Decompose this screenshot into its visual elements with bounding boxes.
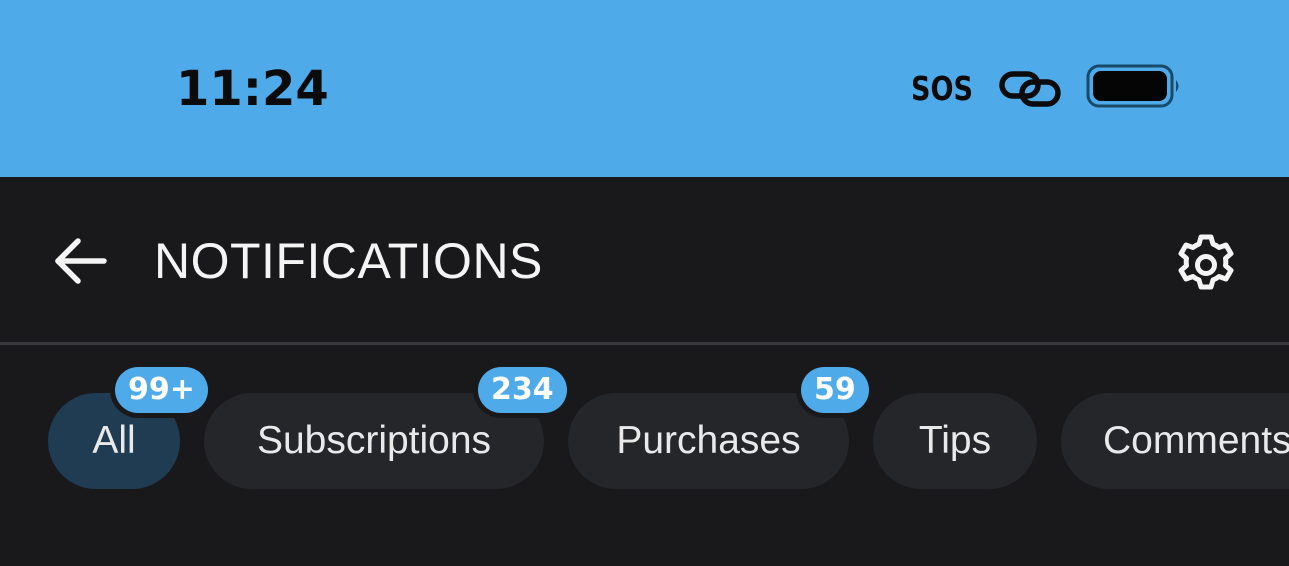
chip-label: Tips — [918, 419, 992, 462]
filter-chip-subscriptions[interactable]: Subscriptions 234 — [204, 367, 567, 489]
settings-button[interactable] — [1170, 229, 1242, 301]
battery-full-icon — [1086, 64, 1179, 108]
chip-label: Comments — [1103, 419, 1289, 462]
arrow-left-icon — [55, 238, 107, 284]
filter-chip-all[interactable]: All 99+ — [48, 367, 208, 489]
filter-chip-row: All 99+ Subscriptions 234 Purchases 59 T… — [0, 345, 1289, 566]
page-title: NOTIFICATIONS — [154, 233, 543, 289]
chip-label: Purchases — [616, 419, 801, 462]
back-button[interactable] — [50, 233, 110, 289]
filter-chip-purchases[interactable]: Purchases 59 — [568, 367, 869, 489]
filter-chip-tips[interactable]: Tips — [873, 393, 1037, 489]
link-icon — [999, 71, 1061, 107]
count-badge: 234 — [478, 367, 567, 413]
filter-chip-comments[interactable]: Comments — [1061, 393, 1289, 489]
status-time: 11:24 — [176, 61, 329, 117]
sos-indicator: SOS — [911, 69, 973, 108]
app-header: NOTIFICATIONS — [0, 177, 1289, 342]
status-bar: 11:24 SOS — [0, 0, 1289, 177]
count-badge: 99+ — [115, 367, 208, 413]
gear-icon — [1178, 234, 1234, 290]
count-badge: 59 — [801, 367, 869, 413]
